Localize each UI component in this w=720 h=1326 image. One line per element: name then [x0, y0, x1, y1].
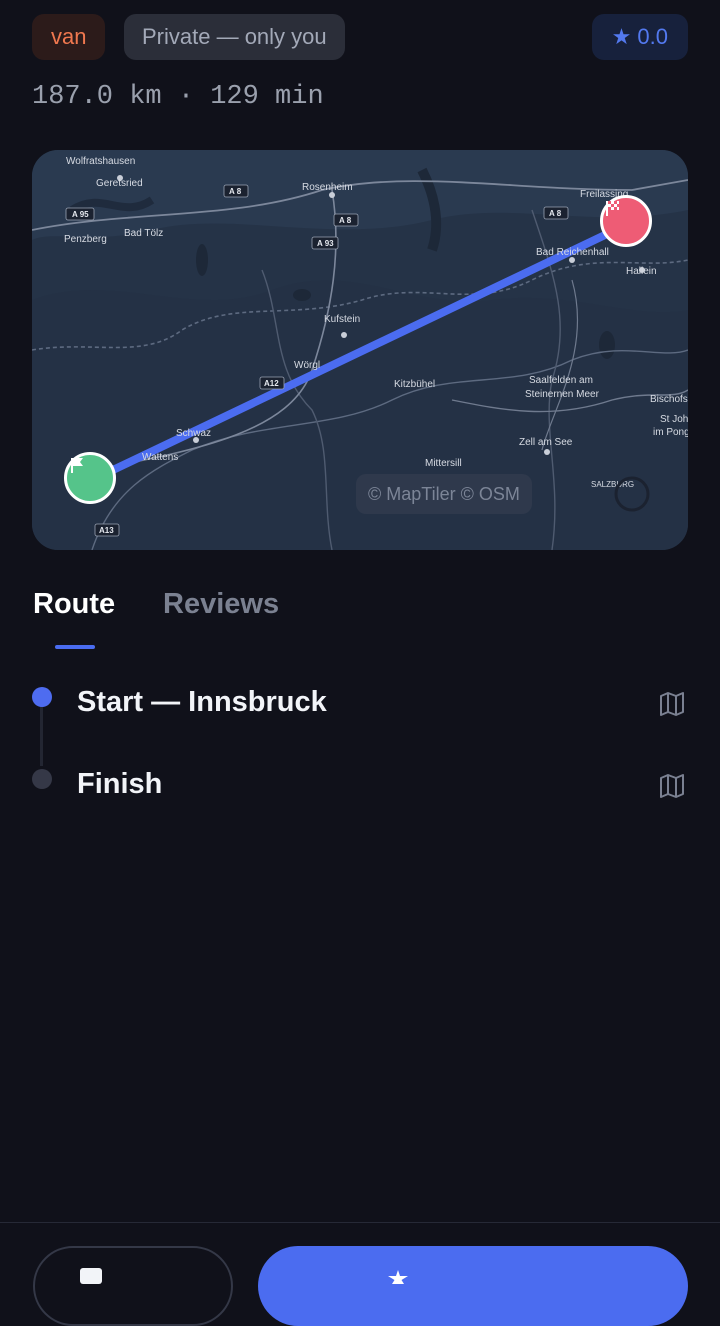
route-map[interactable]: Wolfratshausen Geretsried Rosenheim Frei… — [32, 150, 688, 550]
map-place-label: Schwaz — [176, 428, 211, 439]
map-place-label: Geretsried — [96, 178, 143, 189]
stop-dot-start — [32, 687, 52, 707]
map-place-label: Penzberg — [64, 234, 107, 245]
rate-button[interactable] — [258, 1246, 688, 1326]
map-place-label: Wattens — [142, 452, 178, 463]
route-timeline-line — [40, 706, 43, 766]
map-place-label: Zell am See — [519, 437, 573, 448]
rating-badge[interactable]: ★ 0.0 — [591, 14, 688, 60]
checkered-flag-icon — [606, 201, 619, 216]
road-shield-label: A 8 — [229, 187, 242, 196]
map-icon — [660, 692, 684, 716]
road-shield-label: A 95 — [72, 210, 89, 219]
map-place-label: Hallein — [626, 266, 657, 277]
map-place-label: Saalfelden am — [529, 375, 593, 386]
tab-route[interactable]: Route — [33, 588, 115, 621]
visibility-badge: Private — only you — [124, 14, 345, 60]
route-stats: 187.0 km · 129 min — [32, 82, 324, 112]
map-place-label: SALZBURG — [591, 480, 634, 489]
map-place-label: Rosenheim — [302, 182, 353, 193]
map-place-label: St Joha — [660, 414, 688, 425]
bookmark-button[interactable] — [33, 1246, 233, 1326]
tab-reviews[interactable]: Reviews — [163, 588, 279, 621]
map-place-label: Mittersill — [425, 458, 462, 469]
stop-finish-label[interactable]: Finish — [77, 768, 162, 801]
finish-flag-marker[interactable] — [600, 195, 652, 247]
stop-dot-finish — [32, 769, 52, 789]
map-place-label: Kitzbühel — [394, 379, 435, 390]
start-flag-marker[interactable] — [64, 452, 116, 504]
map-place-label: Wolfratshausen — [66, 156, 135, 167]
map-icon — [660, 774, 684, 798]
map-place-label: Bad Tölz — [124, 228, 163, 239]
road-shield-label: A13 — [99, 526, 114, 535]
bookmark-icon — [80, 1268, 102, 1284]
map-place-label: Bad Reichenhall — [536, 247, 609, 258]
road-shield-label: A12 — [264, 379, 279, 388]
map-place-label: Steinernen Meer — [525, 389, 600, 400]
flag-icon — [71, 458, 83, 473]
map-place-label: Wörgl — [294, 360, 320, 371]
show-on-map-button-start[interactable] — [658, 690, 686, 718]
map-place-label: Bischofs — [650, 394, 688, 405]
road-shield-label: A 93 — [317, 239, 334, 248]
show-on-map-button-finish[interactable] — [658, 772, 686, 800]
map-place-label: Kufstein — [324, 314, 360, 325]
active-tab-indicator — [55, 645, 95, 649]
road-shield-label: A 8 — [339, 216, 352, 225]
vehicle-type-badge: van — [32, 14, 106, 60]
star-icon — [388, 1270, 408, 1284]
stop-start-label[interactable]: Start — Innsbruck — [77, 686, 327, 719]
map-place-label: im Pong — [653, 427, 688, 438]
road-shield-label: A 8 — [549, 209, 562, 218]
map-attribution[interactable]: © MapTiler © OSM — [356, 474, 532, 514]
